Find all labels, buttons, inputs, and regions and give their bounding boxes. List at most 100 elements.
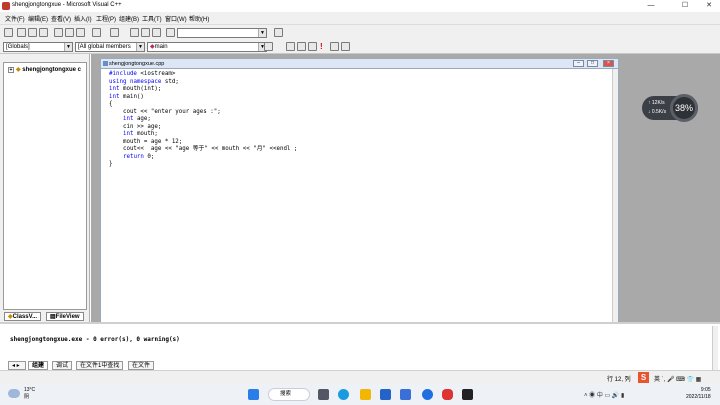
title-bar: shengjongtongxue - Microsoft Visual C++ … (0, 0, 720, 12)
start-icon[interactable] (248, 389, 259, 400)
network-speed-widget[interactable]: ↑ 12K/s ↓ 0.5K/s 38% (642, 94, 698, 122)
edge-icon[interactable] (338, 389, 349, 400)
undo-icon[interactable] (92, 28, 101, 37)
console-icon[interactable] (462, 389, 473, 400)
minimize-button[interactable]: — (640, 0, 662, 12)
members-combo[interactable]: [All global members ▼ (75, 42, 145, 52)
menu-view[interactable]: 查看(V) (51, 14, 71, 23)
find-in-files-icon[interactable] (166, 28, 175, 37)
copy-icon[interactable] (65, 28, 74, 37)
search-icon[interactable] (274, 28, 283, 37)
wizard-action-icon[interactable] (264, 42, 273, 51)
chevron-down-icon[interactable]: ▼ (136, 43, 144, 51)
cut-icon[interactable] (54, 28, 63, 37)
editor-close-button[interactable]: × (603, 60, 614, 67)
save-icon[interactable] (28, 28, 37, 37)
clock[interactable]: 9:05 2022/11/18 (686, 387, 711, 401)
window-title: shengjongtongxue - Microsoft Visual C++ (12, 2, 122, 8)
workspace-panel: + ◆ shengjongtongxue c ◆ClassV... ▤FileVi… (0, 54, 90, 322)
wizard-toolbar: [Globals] ▼ [All global members ▼ ◆main ▼ ! (0, 40, 720, 54)
code-line: int age; (122, 116, 151, 122)
menu-project[interactable]: 工程(P) (96, 14, 116, 23)
new-file-icon[interactable] (4, 28, 13, 37)
redo-icon[interactable] (110, 28, 119, 37)
status-bar: 行 12, 列 S 英 ˙, 🎤 ⌨ 👕 ▦ (0, 370, 720, 384)
breakpoint-icon[interactable] (341, 42, 350, 51)
menu-build[interactable]: 组建(B) (119, 14, 139, 23)
code-line: #include <iostream> (109, 71, 176, 77)
tab-find-in-files-1[interactable]: 在文件1中查找 (76, 361, 124, 370)
editor-title: shengjongtongxue.cpp (109, 61, 165, 67)
tab-fileview[interactable]: ▤FileView (46, 312, 84, 321)
editor-maximize-button[interactable]: □ (587, 60, 598, 67)
app-icon-1[interactable] (400, 389, 411, 400)
code-line: int mouth(int); (109, 86, 162, 92)
code-line: return 0; (122, 153, 155, 160)
tab-classview[interactable]: ◆ClassV... (4, 312, 42, 321)
document-icon (103, 61, 108, 66)
find-combo[interactable]: ▼ (177, 28, 267, 38)
execute-icon[interactable]: ! (320, 42, 323, 51)
build-icon[interactable] (297, 42, 306, 51)
code-line: { (109, 101, 113, 107)
function-combo[interactable]: ◆main ▼ (147, 42, 267, 52)
task-view-icon[interactable] (318, 389, 329, 400)
menu-bar: 文件(F) 编辑(E) 查看(V) 插入(I) 工程(P) 组建(B) 工具(T… (0, 12, 720, 24)
chevron-down-icon[interactable]: ▼ (258, 29, 266, 37)
cursor-position: 行 12, 列 (607, 377, 631, 383)
workspace-icon[interactable] (130, 28, 139, 37)
editor-minimize-button[interactable]: – (573, 60, 584, 67)
app-icon (2, 2, 10, 10)
editor-title-bar: shengjongtongxue.cpp – □ × (101, 59, 618, 69)
paste-icon[interactable] (76, 28, 85, 37)
output-panel: shengjongtongxue.exe - 0 error(s), 0 war… (0, 322, 720, 370)
code-line: using namespace std; (109, 78, 179, 85)
tab-build[interactable]: 组建 (28, 361, 49, 370)
expand-icon[interactable]: + (8, 67, 14, 73)
globals-combo[interactable]: [Globals] ▼ (3, 42, 73, 52)
output-nav-arrows[interactable]: ◂ ▸ (8, 361, 26, 370)
menu-edit[interactable]: 编辑(E) (28, 14, 48, 23)
tree-root-item[interactable]: + ◆ shengjongtongxue c (8, 66, 81, 73)
editor-vertical-scrollbar[interactable] (612, 69, 618, 327)
open-folder-icon[interactable] (17, 28, 26, 37)
close-button[interactable]: ✕ (698, 0, 720, 12)
maximize-button[interactable]: ☐ (674, 0, 696, 12)
output-window-icon[interactable] (141, 28, 150, 37)
class-icon: ◆ (16, 67, 21, 73)
memory-usage-ring: 38% (670, 94, 698, 122)
save-all-icon[interactable] (39, 28, 48, 37)
upload-speed: ↑ 12K/s (648, 100, 665, 106)
chevron-down-icon[interactable]: ▼ (64, 43, 72, 51)
code-line: } (109, 161, 113, 167)
tray-icons[interactable]: ˄ ◉ 中 ▭ 🔊 ▮ (584, 390, 624, 399)
menu-help[interactable]: 帮助(H) (189, 14, 209, 23)
output-vertical-scrollbar[interactable] (712, 326, 718, 370)
code-editor[interactable]: #include <iostream> using namespace std; i… (109, 71, 297, 169)
build-output-message: shengjongtongxue.exe - 0 error(s), 0 war… (10, 336, 180, 343)
menu-window[interactable]: 窗口(W) (165, 14, 187, 23)
store-icon[interactable] (380, 389, 391, 400)
ime-logo-icon[interactable]: S (638, 372, 649, 383)
workspace-tree: + ◆ shengjongtongxue c (3, 62, 87, 310)
taskbar: 13°C 阴 搜索 ˄ ◉ 中 ▭ 🔊 ▮ 9:05 2022/11/18 (0, 384, 720, 405)
app-icon-2[interactable] (422, 389, 433, 400)
window-list-icon[interactable] (152, 28, 161, 37)
tab-debug[interactable]: 调试 (52, 361, 73, 370)
compile-icon[interactable] (286, 42, 295, 51)
cloud-icon (8, 389, 20, 398)
code-line: mouth = age * 12; (109, 138, 183, 145)
menu-tools[interactable]: 工具(T) (142, 14, 162, 23)
tab-find-in-files-2[interactable]: 在文件 (128, 361, 155, 370)
code-line: int mouth; (122, 131, 158, 137)
file-explorer-icon[interactable] (360, 389, 371, 400)
go-icon[interactable] (330, 42, 339, 51)
code-line: cout<< age << "age 等于" << mouth << "月" <… (109, 146, 298, 152)
menu-file[interactable]: 文件(F) (5, 14, 25, 23)
stop-build-icon[interactable] (308, 42, 317, 51)
taskbar-search[interactable]: 搜索 (268, 388, 310, 401)
weather-widget[interactable]: 13°C 阴 (24, 387, 35, 401)
visual-cpp-icon[interactable] (442, 389, 453, 400)
menu-insert[interactable]: 插入(I) (74, 14, 92, 23)
ime-toolbar-icons[interactable]: 英 ˙, 🎤 ⌨ 👕 ▦ (654, 374, 701, 383)
